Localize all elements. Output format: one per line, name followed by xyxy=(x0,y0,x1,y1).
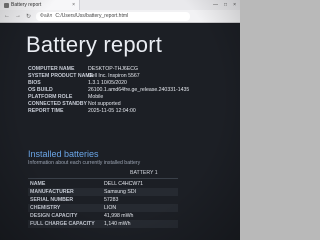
info-value: DESKTOP-THJ6ECG xyxy=(88,66,139,72)
forward-icon[interactable]: → xyxy=(15,13,21,19)
info-row: REPORT TIME 2025-11-05 12:04:00 xyxy=(28,108,136,114)
url-text: C:/Users/Uss/battery_report.html xyxy=(55,13,129,19)
browser-titlebar: Battery report × — □ × xyxy=(0,0,240,10)
row-label: SERIAL NUMBER xyxy=(30,197,74,203)
table-row: SERIAL NUMBER 57283 xyxy=(28,196,178,204)
row-label: NAME xyxy=(30,181,46,187)
row-label: MANUFACTURER xyxy=(30,189,74,195)
tab-close-icon[interactable]: × xyxy=(72,2,75,8)
battery-column-header: BATTERY 1 xyxy=(130,170,158,176)
table-row: NAME DELL C4HCW71 xyxy=(28,180,178,188)
info-row: OS BUILD 26100.1.amd64fre.ge_release.2403… xyxy=(28,87,189,93)
info-row: CONNECTED STANDBYNot supported xyxy=(28,101,121,107)
back-icon[interactable]: ← xyxy=(4,13,10,19)
file-scheme-label: Файл xyxy=(40,13,53,19)
info-row: SYSTEM PRODUCT NAMEDell Inc. Inspiron 55… xyxy=(28,73,140,79)
info-row: COMPUTER NAME DESKTOP-THJ6ECG xyxy=(28,66,138,72)
table-divider xyxy=(28,178,178,179)
table-row: FULL CHARGE CAPACITY 1,140 mWh xyxy=(28,220,178,228)
info-value: 1.3.1 10/05/2020 xyxy=(88,80,127,86)
section-heading: Installed batteries xyxy=(28,149,99,159)
row-value: Samsung SDI xyxy=(104,189,137,195)
section-subtitle: Information about each currently install… xyxy=(28,160,141,166)
info-label: COMPUTER NAME xyxy=(28,66,75,72)
table-row: CHEMISTRY LION xyxy=(28,204,178,212)
info-label: BIOS xyxy=(28,80,41,86)
page-icon xyxy=(4,2,9,8)
info-label: SYSTEM PRODUCT NAME xyxy=(28,73,94,79)
row-value: 1,140 mWh xyxy=(104,221,131,227)
row-value: 41,998 mWh xyxy=(104,213,134,219)
table-row: MANUFACTURER Samsung SDI xyxy=(28,188,178,196)
info-label: CONNECTED STANDBY xyxy=(28,101,87,107)
refresh-icon[interactable]: ↻ xyxy=(26,13,31,20)
info-label: OS BUILD xyxy=(28,87,53,93)
row-value: LION xyxy=(104,205,117,211)
report-page: Battery report COMPUTER NAME DESKTOP-THJ6… xyxy=(0,24,240,240)
close-window-icon[interactable]: × xyxy=(233,2,236,8)
monitor-screen: Battery report × — □ × ← → ↻ Файл C:/Use… xyxy=(0,0,240,240)
info-label: REPORT TIME xyxy=(28,108,64,114)
info-value: 2025-11-05 12:04:00 xyxy=(88,108,136,114)
row-label: CHEMISTRY xyxy=(30,205,61,211)
url-field[interactable]: Файл C:/Users/Uss/battery_report.html xyxy=(36,11,191,21)
info-row: PLATFORM ROLE Mobile xyxy=(28,94,103,100)
page-title: Battery report xyxy=(26,32,163,57)
row-label: DESIGN CAPACITY xyxy=(30,213,78,219)
info-label: PLATFORM ROLE xyxy=(28,94,73,100)
info-value: Not supported xyxy=(88,101,121,107)
table-row: DESIGN CAPACITY 41,998 mWh xyxy=(28,212,178,220)
row-label: FULL CHARGE CAPACITY xyxy=(30,221,95,227)
maximize-icon[interactable]: □ xyxy=(224,2,227,8)
info-value: 26100.1.amd64fre.ge_release.240331-1435 xyxy=(88,87,190,93)
browser-tab[interactable]: Battery report × xyxy=(0,0,80,10)
address-bar: ← → ↻ Файл C:/Users/Uss/battery_report.h… xyxy=(0,10,240,23)
info-row: BIOS 1.3.1 10/05/2020 xyxy=(28,80,127,86)
tab-label: Battery report xyxy=(11,2,42,8)
row-value: 57283 xyxy=(104,197,119,203)
window-controls: — □ × xyxy=(213,2,240,8)
minimize-icon[interactable]: — xyxy=(213,2,218,8)
info-value: Mobile xyxy=(88,94,104,100)
row-value: DELL C4HCW71 xyxy=(104,181,144,187)
info-value: Dell Inc. Inspiron 5567 xyxy=(88,73,140,79)
